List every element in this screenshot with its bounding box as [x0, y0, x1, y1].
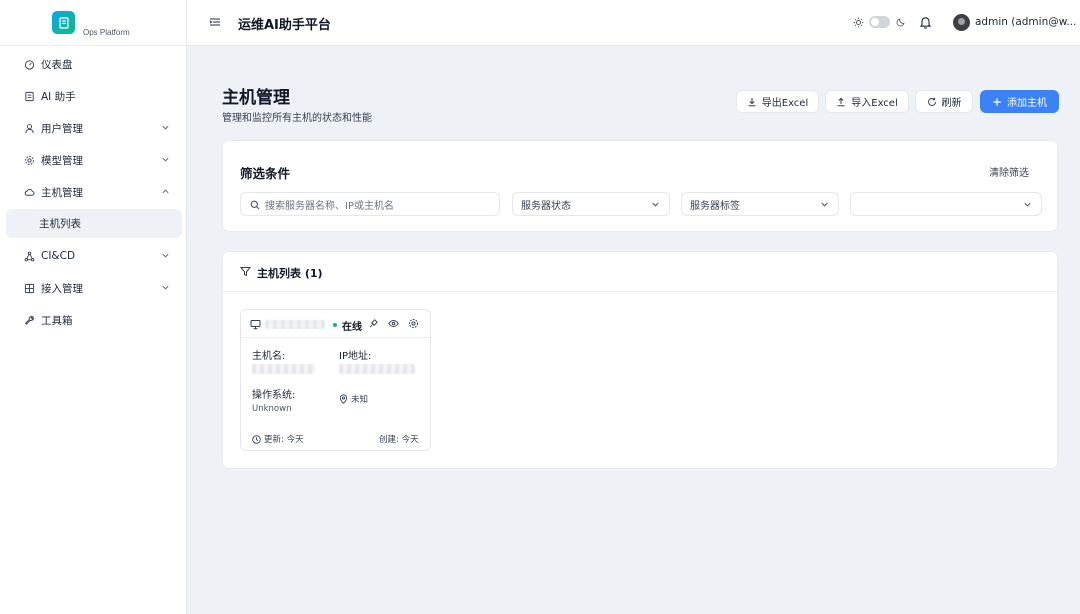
sidebar-item-cicd[interactable]: CI&CD [0, 240, 186, 272]
top-header: 运维AI助手平台 admin (admin@w... [187, 0, 1080, 46]
gear-icon [23, 154, 35, 166]
export-excel-button[interactable]: 导出Excel [736, 90, 819, 113]
server-box-icon[interactable] [52, 11, 75, 34]
map-pin-icon [339, 394, 348, 404]
sun-icon [853, 17, 864, 28]
host-card[interactable]: 在线 主机名: IP地址: 操作系统: Unknown 未知 更新: 今天 创建… [240, 309, 431, 451]
chevron-down-icon [821, 202, 828, 207]
sidebar-item-label: 模型管理 [41, 154, 83, 167]
app-title: 运维AI助手平台 [238, 18, 331, 33]
chevron-down-icon [652, 202, 659, 207]
hostname-label: 主机名: [252, 351, 286, 362]
status-badge: 在线 [342, 322, 362, 333]
sidebar-item-toolbox[interactable]: 工具箱 [0, 304, 186, 336]
wrench-icon [23, 314, 35, 326]
sidebar-item-label: 接入管理 [41, 282, 83, 295]
sidebar-item-model-management[interactable]: 模型管理 [0, 144, 186, 176]
sidebar-nav: 仪表盘 AI 助手 用户管理 模型管理 主机管理 主机列表 CI&CD 接入管理… [0, 46, 186, 336]
brand-name: Ops Platform [83, 28, 130, 37]
import-excel-button[interactable]: 导入Excel [825, 90, 909, 113]
sidebar-item-label: 仪表盘 [41, 58, 73, 71]
search-input[interactable]: 搜索服务器名称、IP或主机名 [240, 192, 500, 216]
brand: Ops Platform [0, 0, 186, 46]
chevron-down-icon [162, 285, 169, 290]
grid-icon [23, 282, 35, 294]
connect-icon[interactable] [368, 318, 379, 329]
ip-label: IP地址: [339, 351, 372, 362]
refresh-button[interactable]: 刷新 [915, 90, 973, 113]
sidebar-item-label: 主机管理 [41, 186, 83, 199]
ip-value-redacted [339, 364, 415, 374]
os-value: Unknown [252, 404, 292, 414]
updated-time: 更新: 今天 [252, 433, 304, 445]
sidebar-item-label: 用户管理 [41, 122, 83, 135]
sidebar-item-label: 工具箱 [41, 314, 73, 327]
host-name-redacted [265, 320, 325, 329]
extra-select[interactable] [850, 192, 1042, 216]
plus-icon [993, 97, 1001, 106]
host-list-header: 主机列表 (1) [223, 252, 1057, 292]
sidebar: Ops Platform 仪表盘 AI 助手 用户管理 模型管理 主机管理 主机… [0, 0, 187, 614]
host-card-header: 在线 [241, 310, 430, 338]
monitor-icon [250, 320, 261, 330]
user-name[interactable]: admin (admin@w... [975, 16, 1076, 28]
sidebar-item-user-management[interactable]: 用户管理 [0, 112, 186, 144]
sidebar-item-access-management[interactable]: 接入管理 [0, 272, 186, 304]
download-icon [748, 97, 756, 106]
menu-collapse-icon[interactable] [209, 16, 221, 28]
clock-icon [252, 434, 261, 444]
filter-funnel-icon [240, 267, 251, 277]
user-icon [23, 122, 35, 134]
host-list-card: 主机列表 (1) 在线 主机名: IP地址: 操作系统: Unknown 未知 … [222, 251, 1058, 469]
avatar[interactable] [953, 14, 970, 31]
status-select[interactable]: 服务器状态 [512, 192, 670, 216]
tag-select[interactable]: 服务器标签 [681, 192, 839, 216]
refresh-icon [927, 97, 936, 106]
sidebar-item-dashboard[interactable]: 仪表盘 [0, 48, 186, 80]
hostname-value-redacted [252, 364, 315, 374]
chevron-down-icon [162, 125, 169, 130]
sidebar-item-ai-assistant[interactable]: AI 助手 [0, 80, 186, 112]
filter-title: 筛选条件 [240, 166, 291, 181]
upload-icon [837, 97, 845, 106]
host-list-title: 主机列表 (1) [257, 267, 323, 280]
add-host-button[interactable]: 添加主机 [980, 90, 1059, 113]
network-icon [23, 250, 35, 262]
dashboard-icon [23, 58, 35, 70]
sidebar-item-label: CI&CD [41, 250, 76, 262]
eye-icon[interactable] [388, 318, 399, 329]
chevron-up-icon [162, 189, 169, 194]
search-placeholder: 搜索服务器名称、IP或主机名 [265, 200, 394, 212]
page-subtitle: 管理和监控所有主机的状态和性能 [222, 113, 372, 124]
chevron-down-icon [1024, 202, 1031, 207]
cloud-icon [23, 186, 35, 198]
clear-filter-link[interactable]: 清除筛选 [989, 164, 1029, 179]
settings-icon[interactable] [408, 318, 419, 329]
status-dot [333, 323, 337, 327]
sidebar-item-label: 主机列表 [39, 218, 81, 230]
page-title: 主机管理 [222, 88, 290, 108]
sidebar-item-label: AI 助手 [41, 90, 76, 103]
created-time: 创建: 今天 [379, 435, 419, 445]
sidebar-item-host-list[interactable]: 主机列表 [6, 209, 182, 238]
search-icon [250, 200, 260, 210]
bot-icon [23, 90, 35, 102]
chevron-down-icon [162, 253, 169, 258]
location: 未知 [339, 393, 368, 405]
chevron-down-icon [162, 157, 169, 162]
theme-toggle[interactable] [869, 16, 890, 28]
bell-icon[interactable] [919, 15, 932, 29]
os-label: 操作系统: [252, 390, 296, 401]
sidebar-item-host-management[interactable]: 主机管理 [0, 176, 186, 208]
moon-icon [896, 18, 905, 27]
filter-card: 筛选条件 清除筛选 搜索服务器名称、IP或主机名 服务器状态 服务器标签 [222, 140, 1058, 232]
